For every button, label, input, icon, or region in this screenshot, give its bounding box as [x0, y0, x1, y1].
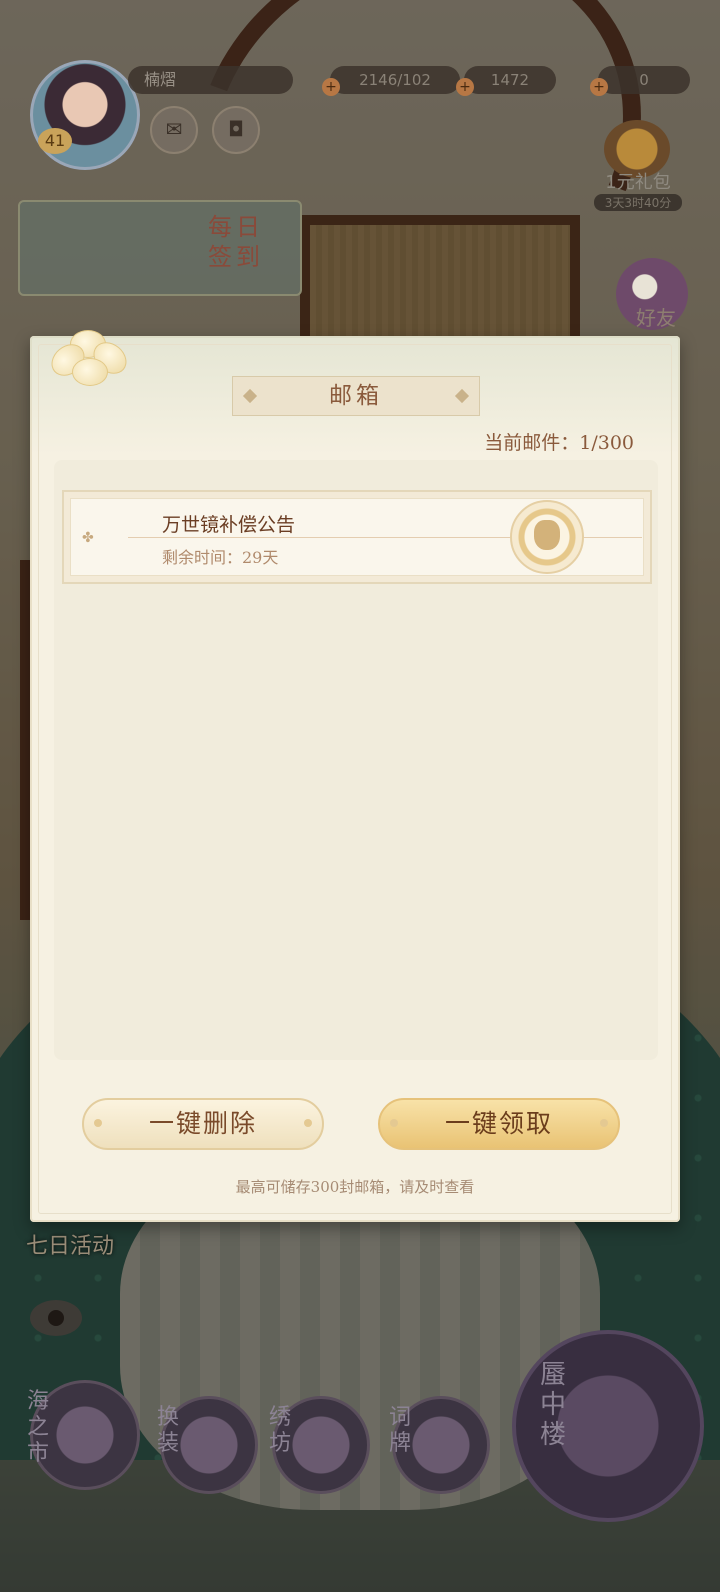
daily-signin-label: 每日签到 — [208, 213, 264, 271]
flower-deco-icon: ✤ — [82, 530, 94, 546]
resource-gold[interactable]: + 1472 — [456, 66, 556, 96]
resource-stamina[interactable]: + 2146/102 — [322, 66, 460, 96]
money-bag-icon — [534, 520, 560, 550]
delete-all-label: 一键删除 — [148, 1109, 257, 1138]
add-stamina-icon[interactable]: + — [322, 78, 340, 96]
add-gem-icon[interactable]: + — [590, 78, 608, 96]
dialog-title: 邮箱 — [329, 383, 383, 409]
dock-dressup-label: 换装 — [156, 1405, 179, 1456]
dock-cipai[interactable]: 词牌 — [389, 1396, 490, 1494]
resource-gem[interactable]: + 0 — [590, 66, 690, 96]
gem-value: 0 — [639, 71, 649, 89]
player-avatar[interactable] — [30, 60, 140, 170]
storage-note: 最高可储存300封邮箱，请及时查看 — [235, 1178, 475, 1196]
add-gold-icon[interactable]: + — [456, 78, 474, 96]
dock-embroidery-label: 绣坊 — [268, 1405, 291, 1456]
dock-market-label: 海之市 — [26, 1389, 49, 1466]
bag-icon[interactable]: ◘ — [212, 106, 260, 154]
tower-label: 蜃中楼 — [539, 1360, 566, 1450]
dock-market[interactable]: 海之市 — [27, 1380, 140, 1490]
dialog-title-plate: 邮箱 — [232, 376, 480, 416]
friends-label: 好友 — [636, 306, 676, 330]
flower-ornament-icon — [36, 322, 146, 392]
player-name: 楠熠 — [128, 66, 293, 94]
claim-all-button[interactable]: 一键领取 — [378, 1098, 620, 1150]
daily-signin-banner[interactable]: 每日签到 — [18, 200, 302, 296]
claim-all-label: 一键领取 — [444, 1109, 553, 1138]
tower-button[interactable]: 蜃中楼 — [512, 1330, 704, 1522]
gift-label: 1元礼包 — [605, 172, 671, 193]
knot-icon — [94, 1119, 102, 1127]
friends-button[interactable]: 好友 — [616, 258, 688, 330]
knot-icon — [390, 1119, 398, 1127]
mail-subject: 万世镜补偿公告 — [162, 510, 302, 537]
mail-count: 当前邮件：1/300 — [484, 428, 634, 455]
mail-remaining-time: 剩余时间：29天 — [162, 548, 279, 567]
knot-icon — [304, 1119, 312, 1127]
mail-count-value: 1/300 — [579, 432, 634, 454]
mail-icon[interactable]: ✉ — [150, 106, 198, 154]
mailbox-dialog: 邮箱 当前邮件：1/300 ✤ 万世镜补偿公告 剩余时间：29天 一键删除 一键… — [30, 330, 680, 1222]
eye-icon[interactable] — [30, 1300, 82, 1336]
stamina-value: 2146/102 — [359, 71, 431, 89]
seven-day-event[interactable]: 七日活动 — [26, 1228, 114, 1260]
dock-cipai-label: 词牌 — [388, 1405, 411, 1456]
gift-timer: 3天3时40分 — [594, 194, 682, 211]
level-badge: 41 — [38, 128, 72, 154]
mail-item[interactable]: ✤ 万世镜补偿公告 剩余时间：29天 — [62, 490, 652, 584]
delete-all-button[interactable]: 一键删除 — [82, 1098, 324, 1150]
dock-embroidery[interactable]: 绣坊 — [269, 1396, 370, 1494]
knot-icon — [600, 1119, 608, 1127]
reward-bag-icon — [510, 500, 584, 574]
dock-dressup[interactable]: 换装 — [157, 1396, 258, 1494]
gift-pack[interactable]: 1元礼包 3天3时40分 — [594, 120, 682, 211]
mail-count-label: 当前邮件： — [484, 432, 580, 454]
gold-value: 1472 — [490, 71, 530, 89]
